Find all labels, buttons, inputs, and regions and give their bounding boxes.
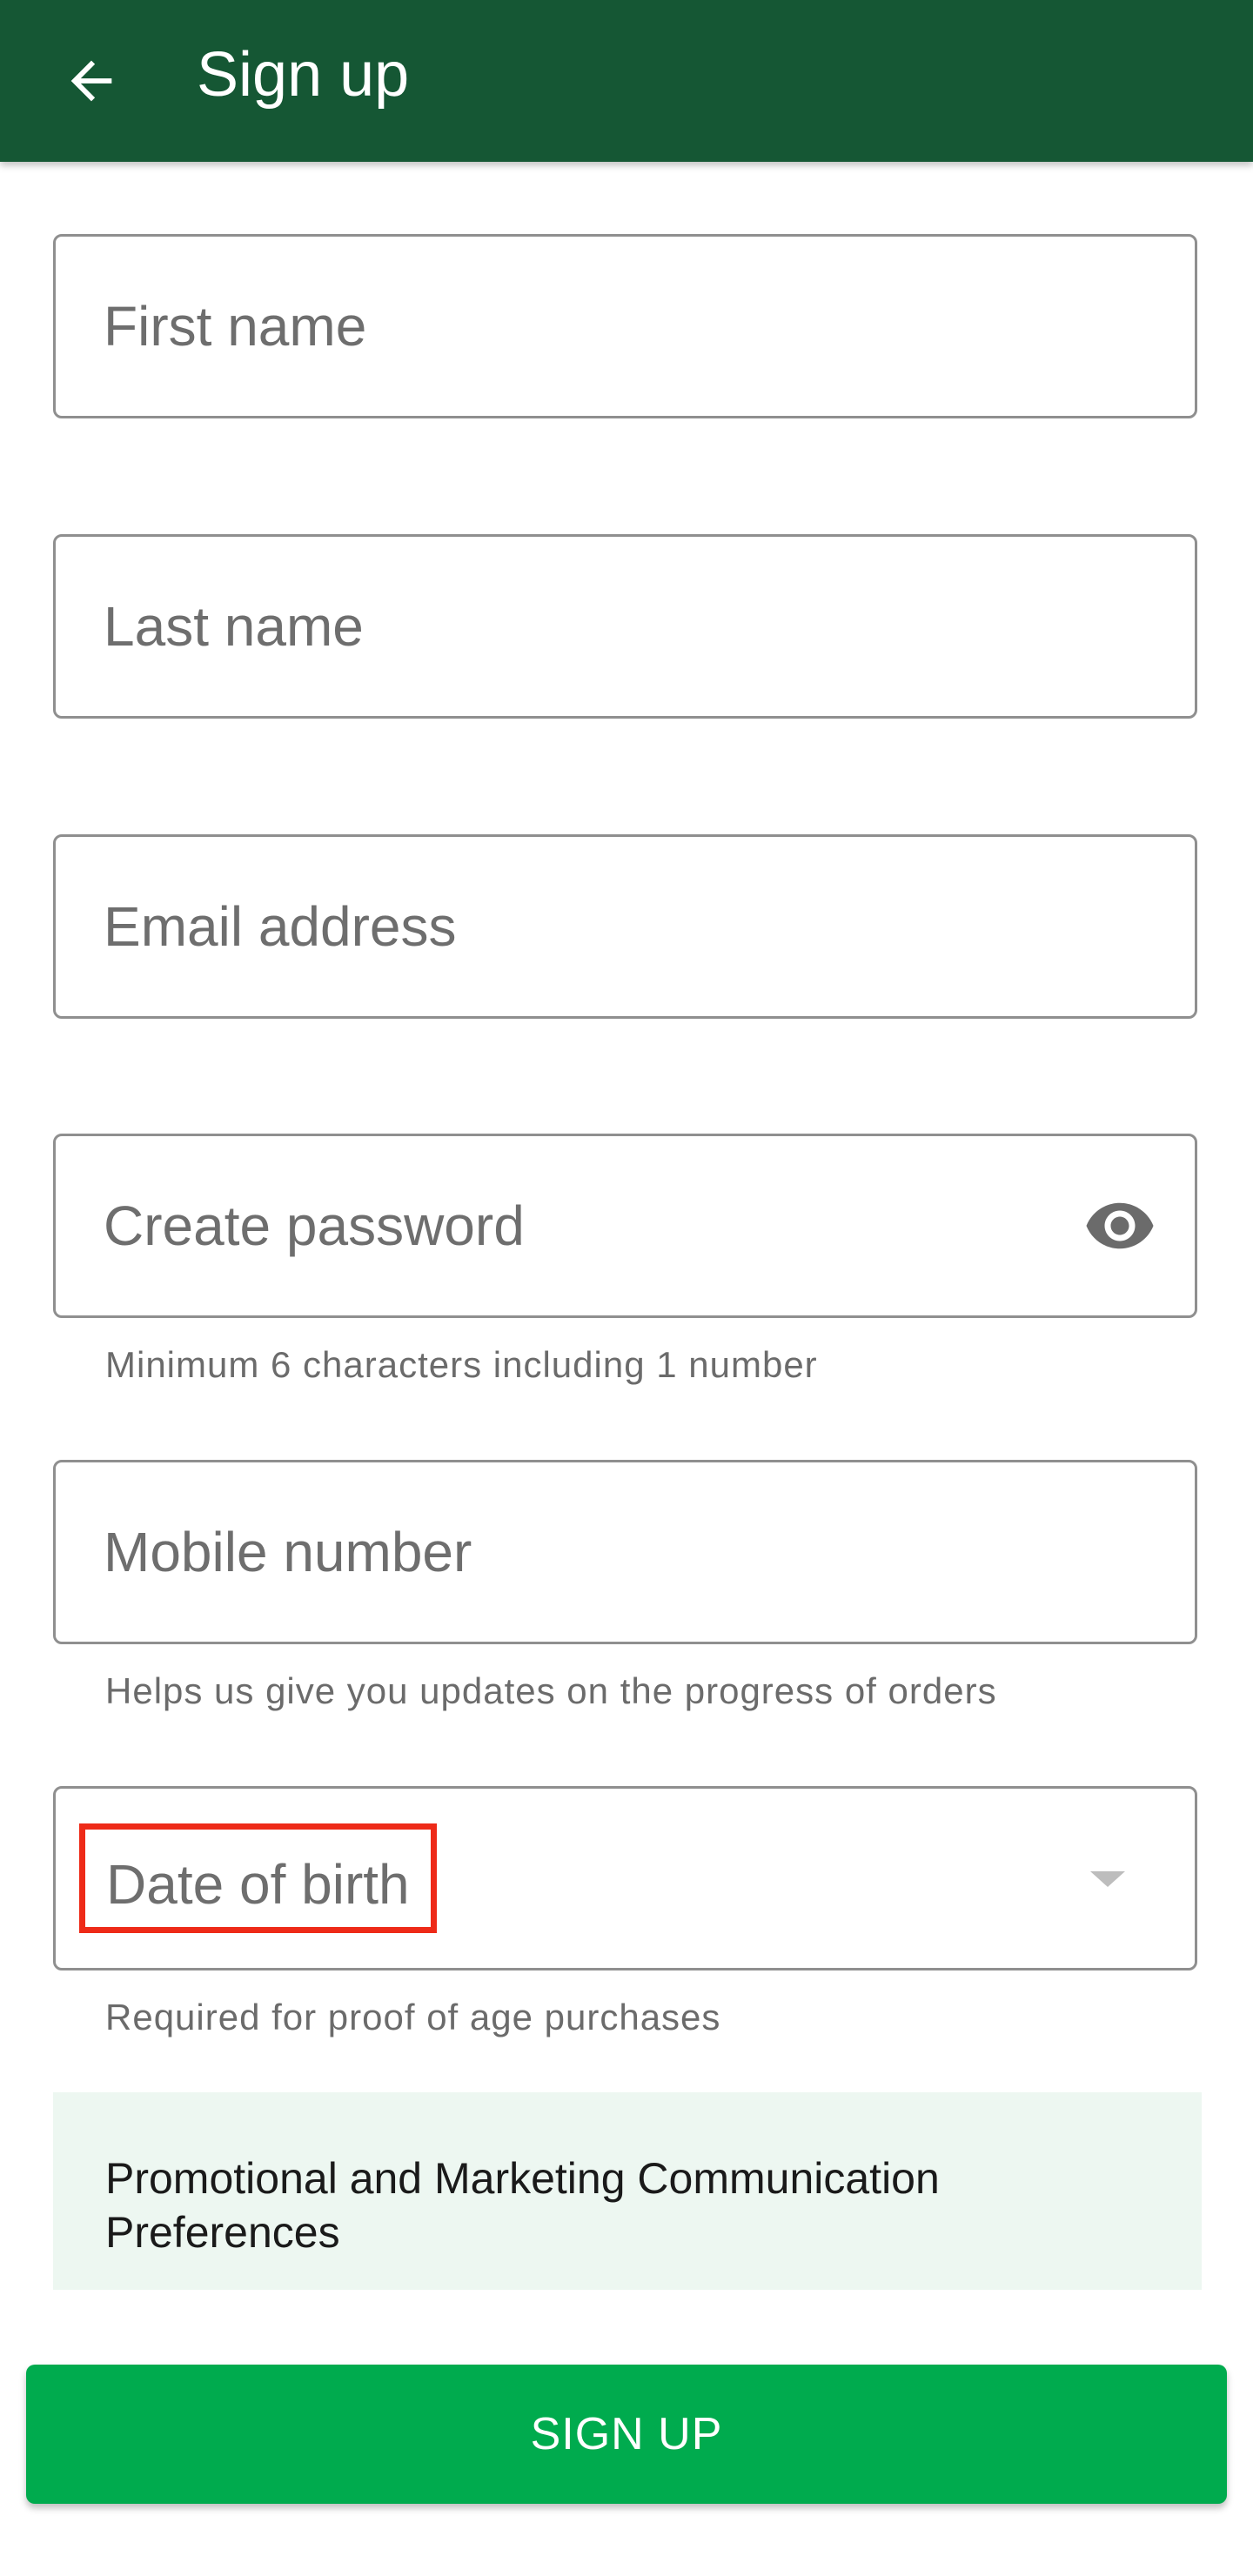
first-name-input[interactable] [104,237,1061,416]
password-field[interactable] [53,1134,1197,1318]
date-of-birth-label: Date of birth [79,1823,437,1933]
back-button[interactable] [52,42,131,120]
app-bar: Sign up [0,0,1253,162]
date-of-birth-dropdown[interactable]: Date of birth [53,1786,1197,1970]
email-field[interactable] [53,834,1197,1019]
last-name-field[interactable] [53,534,1197,719]
sign-up-button[interactable]: SIGN UP [26,2365,1227,2504]
page-title: Sign up [197,40,410,110]
email-input[interactable] [104,837,1061,1016]
arrow-left-icon [70,60,112,102]
password-helper-text: Minimum 6 characters including 1 number [105,1344,818,1385]
eye-icon [1086,1202,1154,1249]
mobile-helper-text: Helps us give you updates on the progres… [105,1670,997,1711]
toggle-password-visibility-button[interactable] [1076,1182,1163,1269]
caret-down-icon [1090,1871,1125,1887]
mobile-number-field[interactable] [53,1460,1197,1644]
last-name-input[interactable] [104,537,1061,716]
first-name-field[interactable] [53,234,1197,418]
marketing-preferences-title: Promotional and Marketing Communication … [105,2154,940,2257]
dob-helper-text: Required for proof of age purchases [105,1997,721,2037]
marketing-preferences-section[interactable]: Promotional and Marketing Communication … [53,2092,1202,2290]
mobile-number-input[interactable] [104,1462,1061,1642]
password-input[interactable] [104,1136,1061,1315]
